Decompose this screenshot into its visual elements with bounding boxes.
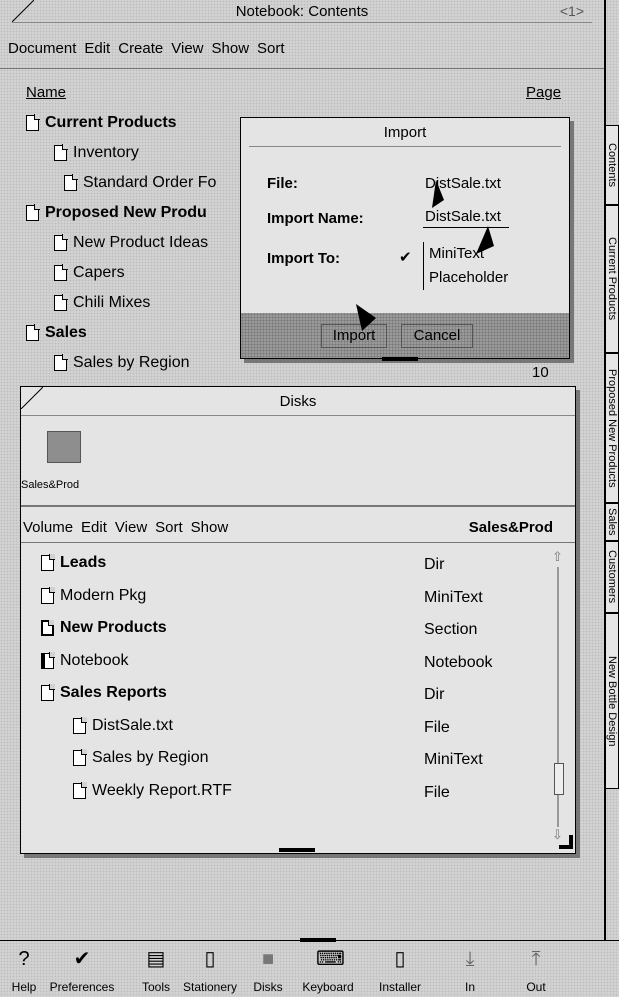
file-row[interactable]: Sales by Region <box>73 749 209 767</box>
section-icon <box>41 620 54 636</box>
file-row[interactable]: Notebook <box>41 651 129 670</box>
file-row[interactable]: Modern Pkg <box>41 586 147 605</box>
disks-title: Disks <box>279 393 317 410</box>
disks-window: Disks Sales&Prod Volume Edit View Sort Show … <box>20 386 576 854</box>
disks-menu-view[interactable]: View <box>115 519 147 536</box>
file-name: DistSale.txt <box>92 716 173 734</box>
stationery-icon[interactable]: ▯ <box>198 946 222 972</box>
pen-mark-import-name <box>432 180 444 208</box>
document-icon <box>41 684 55 701</box>
checkmark-icon[interactable]: ✔ <box>70 946 94 972</box>
scroll-thumb[interactable] <box>554 763 564 795</box>
disks-title-divider <box>21 415 575 416</box>
document-lines-icon <box>73 749 87 766</box>
toolbar-button-label[interactable]: Out <box>496 980 576 994</box>
disks-menu-divider <box>21 542 575 543</box>
file-row[interactable]: Weekly Report.RTF <box>73 781 232 800</box>
file-type: MiniText <box>424 751 483 768</box>
section-tab[interactable]: Customers <box>605 541 619 613</box>
pen-mark-import-button <box>356 304 376 331</box>
file-name: New Products <box>60 619 167 636</box>
pen-marks <box>356 180 494 331</box>
file-name: Weekly Report.RTF <box>92 781 232 799</box>
disks-icon[interactable]: ■ <box>256 946 280 972</box>
keyboard-icon[interactable]: ⌨ <box>316 946 345 972</box>
file-type: Dir <box>424 686 445 703</box>
disks-menu-show[interactable]: Show <box>191 519 229 536</box>
file-row[interactable]: Leads <box>41 554 106 572</box>
document-icon <box>41 554 55 571</box>
toolbar-button-label[interactable]: Installer <box>360 980 440 994</box>
file-name: Modern Pkg <box>60 586 147 604</box>
installer-icon[interactable]: ▯ <box>388 946 412 972</box>
file-type: Dir <box>424 556 445 573</box>
disks-menu-volume[interactable]: Volume <box>23 519 73 536</box>
notebook-icon <box>41 651 55 669</box>
file-type: Section <box>424 621 478 638</box>
disks-scroll-indicator <box>279 848 315 852</box>
file-row[interactable]: Sales Reports <box>41 684 167 702</box>
scroll-up-icon[interactable]: ⇧ <box>552 549 563 565</box>
file-type: File <box>424 783 450 801</box>
disks-menu-sort[interactable]: Sort <box>155 519 183 536</box>
file-type: Notebook <box>424 653 493 671</box>
file-type: MiniText <box>424 588 483 606</box>
file-name: Leads <box>60 554 107 571</box>
out-tray-icon[interactable]: ⤒ <box>524 946 548 972</box>
volume-icon[interactable] <box>47 431 81 463</box>
tools-icon[interactable]: ▤ <box>144 946 168 972</box>
toolbar-button-label[interactable]: Preferences <box>42 980 122 994</box>
section-tab[interactable]: New Bottle Design <box>605 613 619 789</box>
document-icon <box>73 716 87 734</box>
document-lines-icon <box>41 586 55 604</box>
section-tab[interactable]: Sales <box>605 503 619 541</box>
file-name: Notebook <box>60 651 129 669</box>
resize-corner-icon[interactable] <box>559 835 573 849</box>
volume-label[interactable]: Sales&Prod <box>21 479 79 491</box>
current-volume-label: Sales&Prod <box>468 519 553 536</box>
file-type: File <box>424 718 450 736</box>
notebook-scroll-indicator <box>382 357 418 361</box>
help-icon[interactable]: ? <box>12 946 36 972</box>
toolbar-button-label[interactable]: Keyboard <box>288 980 368 994</box>
file-row[interactable]: New Products <box>41 619 167 637</box>
disks-menu-edit[interactable]: Edit <box>81 519 107 536</box>
pen-mark-minitext <box>476 226 494 254</box>
file-row[interactable]: DistSale.txt <box>73 716 173 735</box>
document-icon <box>73 781 87 799</box>
volume-divider <box>21 505 575 507</box>
toolbar-indicator <box>300 938 336 942</box>
disks-menu-bar: Volume Edit View Sort Show <box>23 519 236 536</box>
file-name: Sales Reports <box>60 684 167 701</box>
file-name: Sales by Region <box>92 749 209 766</box>
in-tray-icon[interactable]: ⤓ <box>458 946 482 972</box>
